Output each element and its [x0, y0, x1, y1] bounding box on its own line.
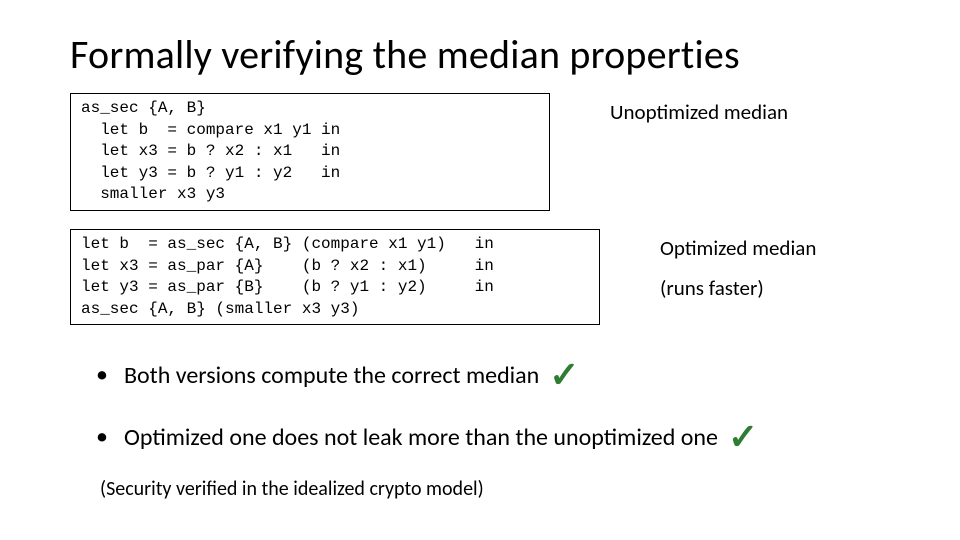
- label-runs-faster: (runs faster): [660, 275, 816, 301]
- check-icon: ✓: [549, 353, 579, 397]
- code-optimized: let b = as_sec {A, B} (compare x1 y1) in…: [70, 229, 600, 325]
- bullet-dot-icon: •: [96, 425, 108, 449]
- check-icon: ✓: [728, 415, 758, 459]
- row-optimized: let b = as_sec {A, B} (compare x1 y1) in…: [70, 229, 910, 343]
- bullet-2: • Optimized one does not leak more than …: [70, 415, 910, 459]
- bullets: • Both versions compute the correct medi…: [70, 353, 910, 459]
- label-optimized-text: Optimized median: [660, 235, 816, 261]
- security-note: (Security verified in the idealized cryp…: [100, 477, 910, 501]
- label-unoptimized-text: Unoptimized median: [610, 99, 788, 125]
- slide-title: Formally verifying the median properties: [70, 30, 910, 79]
- bullet-1: • Both versions compute the correct medi…: [70, 353, 910, 397]
- bullet-dot-icon: •: [96, 363, 108, 387]
- bullet-2-text: Optimized one does not leak more than th…: [124, 423, 718, 452]
- slide: Formally verifying the median properties…: [0, 0, 960, 540]
- label-optimized: Optimized median (runs faster): [660, 229, 816, 307]
- row-unoptimized: as_sec {A, B} let b = compare x1 y1 in l…: [70, 93, 910, 229]
- label-unoptimized: Unoptimized median: [610, 93, 788, 131]
- code-unoptimized: as_sec {A, B} let b = compare x1 y1 in l…: [70, 93, 550, 211]
- bullet-1-text: Both versions compute the correct median: [124, 361, 539, 390]
